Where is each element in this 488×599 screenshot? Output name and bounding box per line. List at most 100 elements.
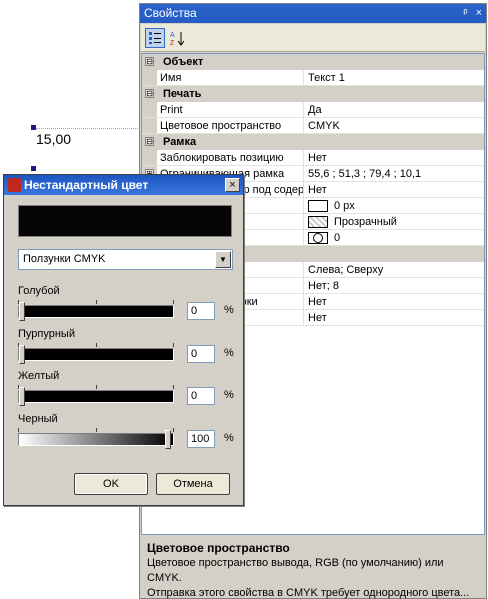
cancel-button[interactable]: Отмена [156,473,230,495]
dialog-close-button[interactable]: × [225,178,240,192]
percent-label: % [224,304,234,316]
close-icon[interactable]: × [476,4,482,23]
slider-value-input[interactable]: 0 [187,387,215,405]
slider-thumb[interactable] [165,430,171,449]
color-mode-value: Ползунки CMYK [23,253,106,265]
row-gutter [142,150,157,165]
property-value: 0 [334,231,341,244]
collapse-icon[interactable]: ⊟ [142,54,157,69]
property-row[interactable]: Print Да [142,102,484,118]
ok-button[interactable]: OK [74,473,148,495]
chevron-down-icon[interactable]: ▼ [215,251,231,268]
property-value-cell[interactable]: Нет [304,150,327,165]
slider-thumb[interactable] [19,345,25,364]
property-name: Имя [157,70,304,85]
selection-handle[interactable] [31,125,36,130]
slider-tick [173,300,174,304]
color-preview [18,205,232,237]
row-gutter [142,118,157,133]
property-value: Да [308,103,322,116]
collapse-icon[interactable]: ⊟ [142,134,157,149]
slider-tick [173,428,174,432]
property-value-cell[interactable]: 0 [304,230,340,245]
slider-tick [95,428,97,432]
property-category[interactable]: ⊟ Объект [142,54,484,70]
expander-glyph: ⊟ [145,89,154,98]
canvas-text-object[interactable]: 15,00 [36,131,71,147]
property-value: Нет [308,311,327,324]
property-value: Прозрачный [334,215,397,228]
property-value-cell[interactable]: Нет [304,294,327,309]
property-value: Нет [308,151,327,164]
svg-text:Z: Z [170,40,175,46]
property-category[interactable]: ⊟ Рамка [142,134,484,150]
properties-toolbar: A Z [141,24,485,52]
property-row[interactable]: Имя Текст 1 [142,70,484,86]
percent-label: % [224,389,234,401]
description-line: Отправка этого свойства в CMYK требует о… [147,587,470,599]
dialog-title: Нестандартный цвет [24,178,149,192]
custom-color-dialog: Нестандартный цвет × Ползунки CMYK ▼ Гол… [3,174,244,506]
property-value-cell[interactable]: Нет [304,182,327,197]
slider-thumb[interactable] [19,387,25,406]
property-category[interactable]: ⊟ Печать [142,86,484,102]
slider-label: Пурпурный [18,328,75,340]
slider-ticks [18,385,174,389]
property-name: Print [157,102,304,117]
property-value-cell[interactable]: Да [304,102,322,117]
property-row[interactable]: Цветовое пространство CMYK [142,118,484,134]
alphabetical-button[interactable]: A Z [167,28,187,48]
slider-value-input[interactable]: 0 [187,345,215,363]
color-slider[interactable] [18,430,174,449]
selection-handle[interactable] [31,166,36,171]
property-value: 55,6 ; 51,3 ; 79,4 ; 10,1 [308,167,422,180]
slider-tick [95,300,97,304]
color-mode-select[interactable]: Ползунки CMYK ▼ [18,249,233,270]
slider-thumb[interactable] [19,302,25,321]
property-value-cell[interactable]: 0 px [304,198,355,213]
description-line: Цветовое пространство вывода, RGB (по ум… [147,557,444,584]
svg-text:A: A [170,32,175,39]
categorized-button[interactable] [145,28,165,48]
slider-tick [18,428,19,432]
percent-label: % [224,347,234,359]
rotation-icon [308,231,328,244]
property-value: Нет [308,295,327,308]
slider-ticks [18,428,174,432]
color-slider[interactable] [18,302,174,321]
property-value-cell[interactable]: CMYK [304,118,340,133]
property-value-cell[interactable]: 55,6 ; 51,3 ; 79,4 ; 10,1 [304,166,421,181]
property-value: Нет; 8 [308,279,339,292]
property-value: CMYK [308,119,340,132]
collapse-icon[interactable]: ⊟ [142,86,157,101]
property-value: Нет [308,183,327,196]
property-value-cell[interactable]: Текст 1 [304,70,345,85]
property-value-cell[interactable]: Прозрачный [304,214,397,229]
pin-icon[interactable]: ᵖ [463,4,467,23]
slider-tick [95,343,97,347]
description-heading: Цветовое пространство [147,541,290,555]
row-gutter [142,102,157,117]
border-swatch-icon [308,199,328,212]
property-value: Слева; Сверху [308,263,384,276]
slider-tick [173,385,174,389]
slider-tick [173,343,174,347]
categorized-icon [149,32,161,44]
property-value-cell[interactable]: Слева; Сверху [304,262,383,277]
property-name: Цветовое пространство [157,118,304,133]
property-value-cell[interactable]: Нет; 8 [304,278,339,293]
property-row[interactable]: Заблокировать позицию Нет [142,150,484,166]
percent-label: % [224,432,234,444]
property-value: 0 px [334,199,355,212]
slider-value-input[interactable]: 100 [187,430,215,448]
slider-tick [95,385,97,389]
slider-value-input[interactable]: 0 [187,302,215,320]
property-name: Заблокировать позицию [157,150,304,165]
row-gutter [142,70,157,85]
property-value-cell[interactable]: Нет [304,310,327,325]
color-slider[interactable] [18,345,174,364]
category-label: Рамка [163,136,197,148]
dialog-title-bar: Нестандартный цвет × [4,175,243,195]
slider-ticks [18,343,174,347]
color-slider[interactable] [18,387,174,406]
